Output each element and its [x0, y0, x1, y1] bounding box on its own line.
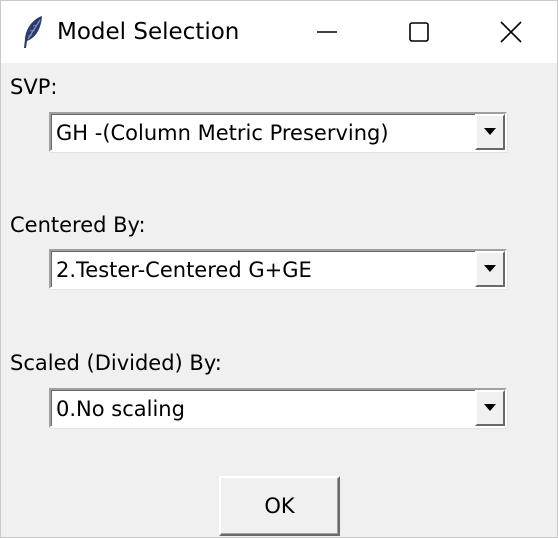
svp-selected-value: GH -(Column Metric Preserving) [56, 121, 389, 145]
scaled-by-dropdown-button[interactable] [475, 390, 505, 426]
svp-combobox[interactable]: GH -(Column Metric Preserving) [49, 112, 507, 152]
maximize-button[interactable] [373, 1, 465, 63]
svp-label: SVP: [10, 75, 58, 99]
scaled-by-selected-value: 0.No scaling [56, 397, 185, 421]
centered-by-dropdown-button[interactable] [475, 251, 505, 287]
chevron-down-icon [484, 404, 496, 411]
dialog-window: Model Selection SVP: GH -(Column Metric … [0, 0, 558, 538]
minimize-button[interactable] [281, 1, 373, 63]
chevron-down-icon [484, 265, 496, 272]
close-button[interactable] [465, 1, 557, 63]
centered-by-combobox[interactable]: 2.Tester-Centered G+GE [49, 249, 507, 289]
title-bar[interactable]: Model Selection [1, 1, 557, 63]
centered-by-label: Centered By: [10, 213, 146, 237]
close-icon [500, 21, 522, 43]
centered-by-selected-value: 2.Tester-Centered G+GE [56, 258, 312, 282]
feather-icon [24, 16, 42, 48]
maximize-icon [409, 22, 429, 42]
chevron-down-icon [484, 128, 496, 135]
ok-button[interactable]: OK [219, 476, 340, 536]
minimize-icon [317, 31, 337, 33]
window-title: Model Selection [57, 19, 240, 45]
scaled-by-combobox[interactable]: 0.No scaling [49, 388, 507, 428]
svp-dropdown-button[interactable] [475, 114, 505, 150]
scaled-by-label: Scaled (Divided) By: [10, 351, 222, 375]
